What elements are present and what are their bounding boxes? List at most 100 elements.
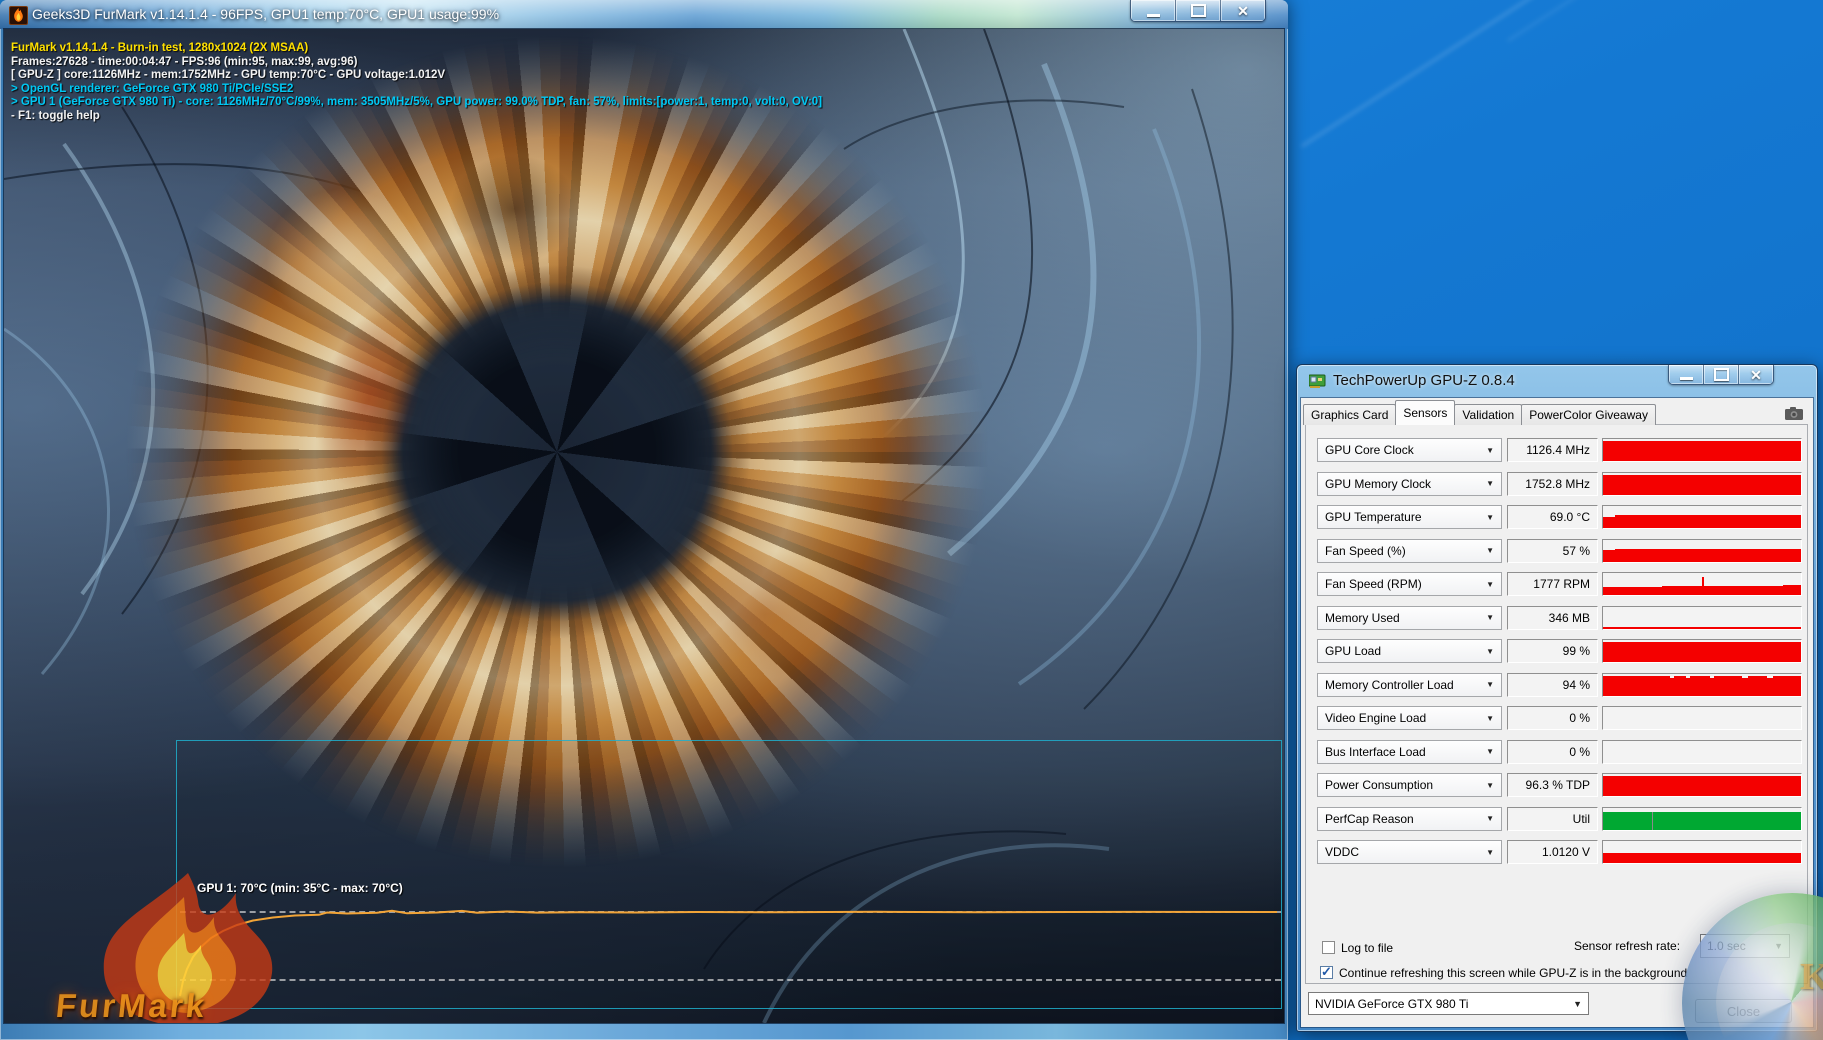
furmark-window-title: Geeks3D FurMark v1.14.1.4 - 96FPS, GPU1 … [32,6,499,22]
tab-validation[interactable]: Validation [1454,404,1522,425]
sensor-label-dropdown[interactable]: Fan Speed (%) ▼ [1317,539,1502,563]
graph-bar-segment [1674,676,1686,695]
sensor-label-dropdown[interactable]: Video Engine Load ▼ [1317,706,1502,730]
chevron-down-icon: ▼ [1486,513,1494,522]
sensor-label: GPU Temperature [1325,510,1422,524]
sensor-row: PerfCap Reason ▼ Util [1306,807,1807,831]
graph-bar-segment [1603,517,1615,528]
sensor-history-graph [1602,606,1802,630]
furmark-overlay-line: [ GPU-Z ] core:1126MHz - mem:1752MHz - G… [11,69,822,83]
sensor-label-dropdown[interactable]: Memory Used ▼ [1317,606,1502,630]
maximize-button[interactable] [1704,365,1739,384]
sensor-history-graph [1602,740,1802,764]
sensor-label: Power Consumption [1325,778,1433,792]
furmark-osd-text: FurMark v1.14.1.4 - Burn-in test, 1280x1… [11,42,822,124]
tab-powercolor-giveaway[interactable]: PowerColor Giveaway [1521,404,1656,425]
chevron-down-icon: ▼ [1486,613,1494,622]
furmark-overlay-line: > GPU 1 (GeForce GTX 980 Ti) - core: 112… [11,96,822,110]
chevron-down-icon: ▼ [1573,999,1582,1009]
sensor-label-dropdown[interactable]: Memory Controller Load ▼ [1317,673,1502,697]
sensor-row: Power Consumption ▼ 96.3 % TDP [1306,773,1807,797]
log-to-file-label: Log to file [1341,941,1393,955]
sensor-label: Fan Speed (RPM) [1325,577,1422,591]
sensor-history-graph [1602,706,1802,730]
furmark-app-icon [9,6,28,25]
sensor-row: Memory Used ▼ 346 MB [1306,606,1807,630]
sensor-label-dropdown[interactable]: GPU Load ▼ [1317,639,1502,663]
sensor-value: 0 % [1507,706,1598,730]
sensor-label-dropdown[interactable]: GPU Memory Clock ▼ [1317,472,1502,496]
sensor-row: GPU Load ▼ 99 % [1306,639,1807,663]
graph-bar-segment [1662,586,1702,595]
sensor-history-graph [1602,539,1802,563]
continue-refresh-label: Continue refreshing this screen while GP… [1339,966,1687,980]
sensor-value: Util [1507,807,1598,831]
furmark-overlay-line: Frames:27628 - time:00:04:47 - FPS:96 (m… [11,56,822,70]
close-button[interactable]: ✕ [1739,365,1773,384]
chevron-down-icon: ▼ [1486,848,1494,857]
close-icon: ✕ [1237,4,1249,18]
chevron-down-icon: ▼ [1486,714,1494,723]
minimize-icon [1147,14,1160,17]
graph-bar-segment [1653,812,1801,830]
sensor-value: 1.0120 V [1507,840,1598,864]
graph-bar-segment [1603,676,1670,695]
sensor-label-dropdown[interactable]: VDDC ▼ [1317,840,1502,864]
sensor-label-dropdown[interactable]: Bus Interface Load ▼ [1317,740,1502,764]
sensor-history-graph [1602,438,1802,462]
graph-bar-segment [1603,812,1652,830]
sensor-history-graph [1602,505,1802,529]
minimize-button[interactable] [1131,0,1176,21]
continue-refresh-checkbox[interactable] [1320,966,1333,979]
close-icon: ✕ [1750,368,1762,382]
graph-bar-segment [1704,586,1748,595]
graph-bar-segment [1783,585,1801,595]
fur-rust-blotch [664,529,864,699]
gpu-select-dropdown[interactable]: NVIDIA GeForce GTX 980 Ti ▼ [1308,992,1589,1015]
graph-bar-segment [1615,549,1801,561]
minimize-button[interactable] [1669,365,1704,384]
sensors-panel: Log to file Sensor refresh rate: 1.0 sec… [1305,424,1808,984]
chevron-down-icon: ▼ [1486,580,1494,589]
graph-bar-segment [1690,676,1710,695]
chevron-down-icon: ▼ [1486,546,1494,555]
sensor-label: Fan Speed (%) [1325,544,1406,558]
chevron-down-icon: ▼ [1486,680,1494,689]
graph-bar-segment [1603,853,1801,863]
sensor-history-graph [1602,840,1802,864]
sensor-label: Memory Controller Load [1325,678,1454,692]
sensor-label-dropdown[interactable]: PerfCap Reason ▼ [1317,807,1502,831]
sensor-label: GPU Load [1325,644,1381,658]
fur-dark-blotch [424,134,604,284]
close-button[interactable]: ✕ [1221,0,1265,21]
sensor-value: 346 MB [1507,606,1598,630]
sensor-row: VDDC ▼ 1.0120 V [1306,840,1807,864]
tab-sensors[interactable]: Sensors [1395,400,1455,425]
chevron-down-icon: ▼ [1486,747,1494,756]
sensor-label-dropdown[interactable]: Power Consumption ▼ [1317,773,1502,797]
furmark-window: Geeks3D FurMark v1.14.1.4 - 96FPS, GPU1 … [0,0,1288,1040]
sensor-history-graph [1602,773,1802,797]
furmark-overlay-line: > OpenGL renderer: GeForce GTX 980 Ti/PC… [11,83,822,97]
sensor-label-dropdown[interactable]: Fan Speed (RPM) ▼ [1317,572,1502,596]
graph-bar-segment [1615,515,1801,528]
sensor-row: GPU Memory Clock ▼ 1752.8 MHz [1306,472,1807,496]
graph-bar-segment [1603,441,1801,461]
furmark-overlay-line: - F1: toggle help [11,110,822,124]
sensor-value: 94 % [1507,673,1598,697]
graph-bar-segment [1603,475,1801,495]
gpuz-tab-bar: Graphics CardSensorsValidationPowerColor… [1303,401,1655,425]
graph-bar-segment [1603,587,1662,595]
sensor-row: Bus Interface Load ▼ 0 % [1306,740,1807,764]
maximize-button[interactable] [1176,0,1221,21]
log-to-file-checkbox[interactable] [1322,941,1335,954]
kitguru-watermark-text: KG [1800,955,1823,999]
camera-screenshot-icon[interactable] [1785,407,1803,425]
wallpaper-light-streak [1507,0,1693,42]
tab-graphics-card[interactable]: Graphics Card [1303,404,1396,425]
chevron-down-icon: ▼ [1486,647,1494,656]
sensor-label-dropdown[interactable]: GPU Temperature ▼ [1317,505,1502,529]
sensor-label-dropdown[interactable]: GPU Core Clock ▼ [1317,438,1502,462]
sensor-history-graph [1602,472,1802,496]
sensor-row: GPU Temperature ▼ 69.0 °C [1306,505,1807,529]
